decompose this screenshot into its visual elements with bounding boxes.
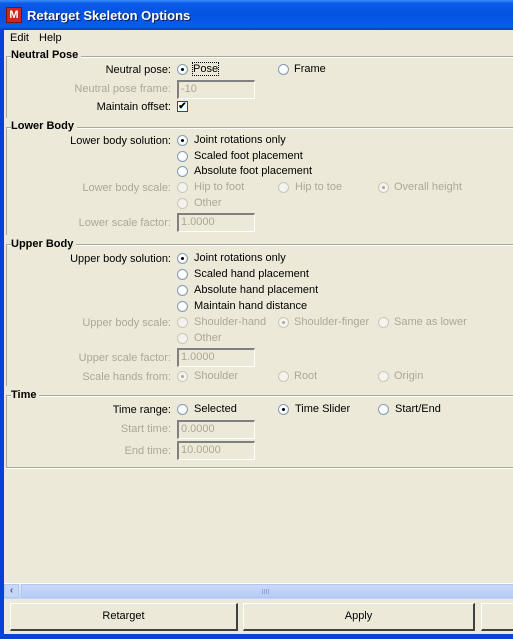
menu-bar: Edit Help <box>4 30 513 47</box>
neutral-pose-radio-frame[interactable] <box>278 64 289 75</box>
start-time-field[interactable]: 0.0000 <box>177 420 255 439</box>
title-bar[interactable]: M Retarget Skeleton Options <box>0 0 513 30</box>
scale-hands-root-radio[interactable] <box>278 371 289 382</box>
scrollbar-thumb[interactable] <box>21 584 513 598</box>
upper-scale-other-radio[interactable] <box>177 333 188 344</box>
upper-scale-shoulder-finger-radio[interactable] <box>278 317 289 328</box>
time-range-selected-label[interactable]: Selected <box>194 403 237 415</box>
upper-scale-shoulder-hand-label[interactable]: Shoulder-hand <box>194 316 266 328</box>
scale-hands-root-label[interactable]: Root <box>294 370 317 382</box>
lower-scale-other-label[interactable]: Other <box>194 197 222 209</box>
checkmark-icon: ✔ <box>178 101 187 112</box>
neutral-pose-frame-field[interactable]: -10 <box>177 80 255 99</box>
time-range-time-slider-label[interactable]: Time Slider <box>295 403 350 415</box>
lower-body-scale-label: Lower body scale: <box>82 182 171 194</box>
lower-body-solution-label: Lower body solution: <box>70 135 171 147</box>
lower-scale-factor-field[interactable]: 1.0000 <box>177 213 255 232</box>
neutral-pose-radio-pose[interactable] <box>177 64 188 75</box>
close-button-partial[interactable] <box>481 603 513 631</box>
upper-body-solution-label: Upper body solution: <box>70 253 171 265</box>
upper-solution-absolute-hand-radio[interactable] <box>177 285 188 296</box>
lower-solution-joint-rotations-label[interactable]: Joint rotations only <box>194 134 286 146</box>
upper-scale-shoulder-hand-radio[interactable] <box>177 317 188 328</box>
neutral-pose-section-title[interactable]: Neutral Pose <box>11 49 82 61</box>
lower-scale-hip-to-toe-radio[interactable] <box>278 182 289 193</box>
end-time-label: End time: <box>124 445 171 457</box>
time-range-start-end-radio[interactable] <box>378 404 389 415</box>
end-time-field[interactable]: 10.0000 <box>177 441 255 460</box>
section-divider <box>6 244 513 246</box>
retarget-button[interactable]: Retarget <box>10 603 238 631</box>
upper-scale-same-as-lower-radio[interactable] <box>378 317 389 328</box>
maintain-offset-checkbox[interactable]: ✔ <box>177 101 188 112</box>
section-divider <box>6 127 513 129</box>
upper-solution-scaled-hand-radio[interactable] <box>177 269 188 280</box>
scale-hands-origin-radio[interactable] <box>378 371 389 382</box>
upper-solution-scaled-hand-label[interactable]: Scaled hand placement <box>194 268 309 280</box>
maintain-offset-label: Maintain offset: <box>96 101 171 113</box>
lower-body-section-title[interactable]: Lower Body <box>11 120 77 132</box>
lower-scale-hip-to-foot-radio[interactable] <box>177 182 188 193</box>
time-range-selected-radio[interactable] <box>177 404 188 415</box>
apply-button[interactable]: Apply <box>243 603 475 631</box>
section-frame-edge <box>6 244 7 386</box>
window-border-left <box>0 30 4 639</box>
lower-scale-overall-height-label[interactable]: Overall height <box>394 181 462 193</box>
maya-app-icon[interactable]: M <box>6 7 22 23</box>
neutral-pose-label: Neutral pose: <box>105 64 171 76</box>
neutral-pose-radio-frame-label[interactable]: Frame <box>294 63 326 75</box>
neutral-pose-radio-pose-label[interactable]: Pose <box>191 62 220 76</box>
scale-hands-shoulder-radio[interactable] <box>177 371 188 382</box>
section-frame-edge <box>6 395 7 467</box>
lower-scale-hip-to-toe-label[interactable]: Hip to toe <box>295 181 342 193</box>
time-range-label: Time range: <box>112 404 171 416</box>
lower-scale-other-radio[interactable] <box>177 198 188 209</box>
start-time-label: Start time: <box>120 423 171 435</box>
upper-scale-same-as-lower-label[interactable]: Same as lower <box>394 316 467 328</box>
lower-solution-absolute-foot-radio[interactable] <box>177 166 188 177</box>
lower-solution-joint-rotations-radio[interactable] <box>177 135 188 146</box>
upper-body-scale-label: Upper body scale: <box>82 317 171 329</box>
window-title: Retarget Skeleton Options <box>27 8 191 23</box>
upper-solution-absolute-hand-label[interactable]: Absolute hand placement <box>194 284 318 296</box>
section-frame-edge <box>6 127 7 235</box>
menu-edit[interactable]: Edit <box>10 32 29 44</box>
section-frame-edge <box>6 56 7 118</box>
retarget-skeleton-options-window: M Retarget Skeleton Options Edit Help Ne… <box>0 0 513 639</box>
section-divider <box>6 467 513 469</box>
horizontal-scrollbar[interactable]: ‹ <box>4 583 513 599</box>
scale-hands-shoulder-label[interactable]: Shoulder <box>194 370 238 382</box>
upper-solution-joint-rotations-label[interactable]: Joint rotations only <box>194 252 286 264</box>
scale-hands-origin-label[interactable]: Origin <box>394 370 423 382</box>
upper-scale-factor-label: Upper scale factor: <box>78 352 171 364</box>
upper-scale-shoulder-finger-label[interactable]: Shoulder-finger <box>294 316 369 328</box>
scale-hands-from-label: Scale hands from: <box>82 371 171 383</box>
upper-body-section-title[interactable]: Upper Body <box>11 238 77 250</box>
section-divider <box>6 56 513 58</box>
upper-scale-other-label[interactable]: Other <box>194 332 222 344</box>
lower-scale-overall-height-radio[interactable] <box>378 182 389 193</box>
neutral-pose-frame-label: Neutral pose frame: <box>74 83 171 95</box>
section-divider <box>6 395 513 397</box>
lower-solution-scaled-foot-label[interactable]: Scaled foot placement <box>194 150 303 162</box>
lower-solution-absolute-foot-label[interactable]: Absolute foot placement <box>194 165 312 177</box>
scrollbar-grip-icon <box>262 589 270 594</box>
lower-scale-factor-label: Lower scale factor: <box>78 217 171 229</box>
lower-scale-hip-to-foot-label[interactable]: Hip to foot <box>194 181 244 193</box>
scroll-left-arrow-icon[interactable]: ‹ <box>4 584 19 598</box>
time-section-title[interactable]: Time <box>11 389 40 401</box>
upper-scale-factor-field[interactable]: 1.0000 <box>177 348 255 367</box>
menu-help[interactable]: Help <box>39 32 62 44</box>
time-range-start-end-label[interactable]: Start/End <box>395 403 441 415</box>
upper-solution-maintain-hand-label[interactable]: Maintain hand distance <box>194 300 307 312</box>
time-range-time-slider-radio[interactable] <box>278 404 289 415</box>
lower-solution-scaled-foot-radio[interactable] <box>177 151 188 162</box>
upper-solution-maintain-hand-radio[interactable] <box>177 301 188 312</box>
upper-solution-joint-rotations-radio[interactable] <box>177 253 188 264</box>
window-border-bottom <box>0 634 513 639</box>
